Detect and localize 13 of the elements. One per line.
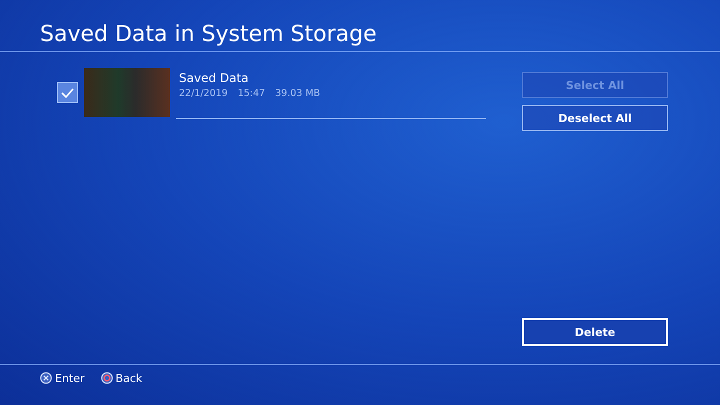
item-name: Saved Data	[179, 71, 250, 85]
list-button[interactable]: Deselect All	[522, 105, 668, 131]
hint-label: Back	[116, 372, 142, 384]
delete-button[interactable]: Delete	[522, 318, 668, 346]
checkmark-icon	[61, 88, 74, 98]
item-size: 39.03 MB	[275, 88, 320, 99]
page-title: Saved Data in System Storage	[39, 21, 378, 49]
checkbox[interactable]	[57, 82, 78, 103]
circle-button-icon	[100, 372, 113, 384]
cross-button-icon	[40, 372, 52, 384]
item-date: 22/1/2019	[179, 88, 228, 99]
hint-label: Enter	[55, 372, 85, 384]
item-time: 15:47	[238, 88, 266, 99]
